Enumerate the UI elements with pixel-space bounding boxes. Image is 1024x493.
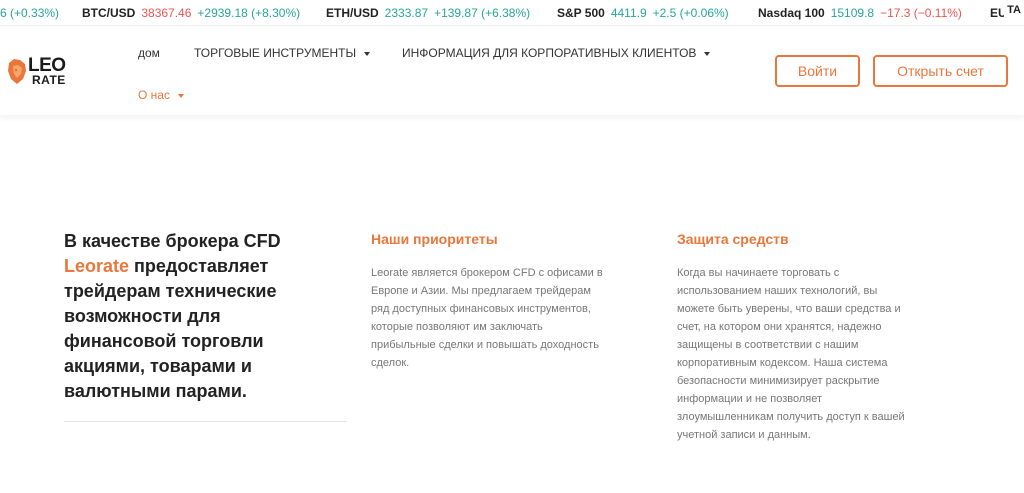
intro-heading: В качестве брокера CFD Leorate предостав… — [64, 229, 324, 404]
ticker-badge: TA — [1004, 4, 1024, 22]
ticker-price: 4411.9 — [610, 6, 647, 20]
priorities-title: Наши приоритеты — [371, 231, 498, 247]
chevron-down-icon — [704, 51, 711, 56]
ticker-item-btc[interactable]: BTC/USD 38367.46 +2939.18 (+8.30%) — [82, 6, 300, 20]
nav-corporate-info[interactable]: ИНФОРМАЦИЯ ДЛЯ КОРПОРАТИВНЫХ КЛИЕНТОВ — [402, 46, 711, 60]
intro-text-start: В качестве брокера CFD — [64, 231, 281, 251]
site-header: LEO RATE дом ТОРГОВЫЕ ИНСТРУМЕНТЫ ИНФОРМ… — [0, 27, 1024, 115]
ticker-price: 38367.46 — [141, 6, 192, 20]
ticker-item[interactable]: 6 (+0.33%) — [0, 6, 59, 20]
ticker-item-sp500[interactable]: S&P 500 4411.9 +2.5 (+0.06%) — [557, 6, 729, 20]
nav-home[interactable]: дом — [138, 46, 160, 60]
login-button[interactable]: Войти — [775, 55, 860, 87]
protection-line: безопасности минимизирует раскрытие — [677, 375, 880, 387]
ticker-item-eth[interactable]: ETH/USD 2333.87 +139.87 (+6.38%) — [326, 6, 530, 20]
lion-logo-icon — [8, 59, 26, 84]
protection-line: можете быть уверены, что ваши средства и — [677, 303, 901, 315]
ticker-symbol: BTC/USD — [82, 6, 136, 20]
ticker-change: +2939.18 (+8.30%) — [197, 6, 301, 20]
ticker-change: −17.3 (−0.11%) — [880, 6, 962, 20]
priorities-line: Leorate является брокером CFD с офисами … — [371, 267, 603, 279]
ticker-price: 2333.87 — [384, 6, 429, 20]
ticker-badge-label: TA — [1007, 4, 1021, 16]
ticker-price: 15109.8 — [830, 6, 875, 20]
intro-divider — [64, 421, 347, 422]
protection-line: защищены в соответствии с нашим — [677, 339, 859, 351]
protection-line: счет, на котором они хранятся, надежно — [677, 321, 882, 333]
protection-title: Защита средств — [677, 231, 789, 247]
priorities-line: Европе и Азии. Мы предлагаем трейдерам — [371, 285, 591, 297]
chevron-down-icon — [364, 51, 371, 56]
priorities-line: ряд доступных финансовых инструментов, — [371, 303, 591, 315]
priorities-line: прибыльные сделки и повышать доходность — [371, 339, 599, 351]
ticker-symbol: S&P 500 — [557, 6, 605, 20]
protection-line: Когда вы начинаете торговать с — [677, 267, 840, 279]
priorities-line: которые позволяют им заключать — [371, 321, 543, 333]
ticker-symbol: ETH/USD — [326, 6, 379, 20]
protection-line: злоумышленникам получить доступ к вашей — [677, 411, 905, 423]
nav-trading-instruments[interactable]: ТОРГОВЫЕ ИНСТРУМЕНТЫ — [194, 46, 371, 60]
logo-text-bottom: RATE — [32, 73, 66, 87]
ticker-symbol: Nasdaq 100 — [758, 6, 825, 20]
protection-line: информации и не позволяет — [677, 393, 823, 405]
nav-about[interactable]: О нас — [138, 88, 184, 102]
intro-brand-name: Leorate — [64, 256, 130, 276]
protection-line: использованием наших технологий, вы — [677, 285, 878, 297]
ticker-change: 6 (+0.33%) — [0, 6, 60, 20]
protection-line: учетной записи и данным. — [677, 429, 811, 441]
nav-about-label: О нас — [138, 88, 170, 102]
open-account-button[interactable]: Открыть счет — [873, 55, 1008, 87]
priorities-text: Leorate является брокером CFD с офисами … — [371, 264, 603, 372]
ticker-change: +2.5 (+0.06%) — [652, 6, 729, 20]
market-ticker: 6 (+0.33%) BTC/USD 38367.46 +2939.18 (+8.3… — [0, 0, 1024, 26]
protection-text: Когда вы начинаете торговать с использов… — [677, 264, 905, 444]
nav-instruments-label: ТОРГОВЫЕ ИНСТРУМЕНТЫ — [194, 46, 357, 60]
protection-line: корпоративным кодексом. Наша система — [677, 357, 888, 369]
nav-corporate-label: ИНФОРМАЦИЯ ДЛЯ КОРПОРАТИВНЫХ КЛИЕНТОВ — [402, 46, 697, 60]
ticker-change: +139.87 (+6.38%) — [434, 6, 531, 20]
intro-text-end: предоставляет трейдерам технические возм… — [64, 256, 277, 401]
nav-home-label: дом — [138, 46, 160, 60]
leorate-logo[interactable]: LEO RATE — [6, 55, 76, 89]
chevron-down-icon — [177, 93, 184, 98]
priorities-line: сделок. — [371, 357, 410, 369]
ticker-item-nasdaq[interactable]: Nasdaq 100 15109.8 −17.3 (−0.11%) — [758, 6, 962, 20]
